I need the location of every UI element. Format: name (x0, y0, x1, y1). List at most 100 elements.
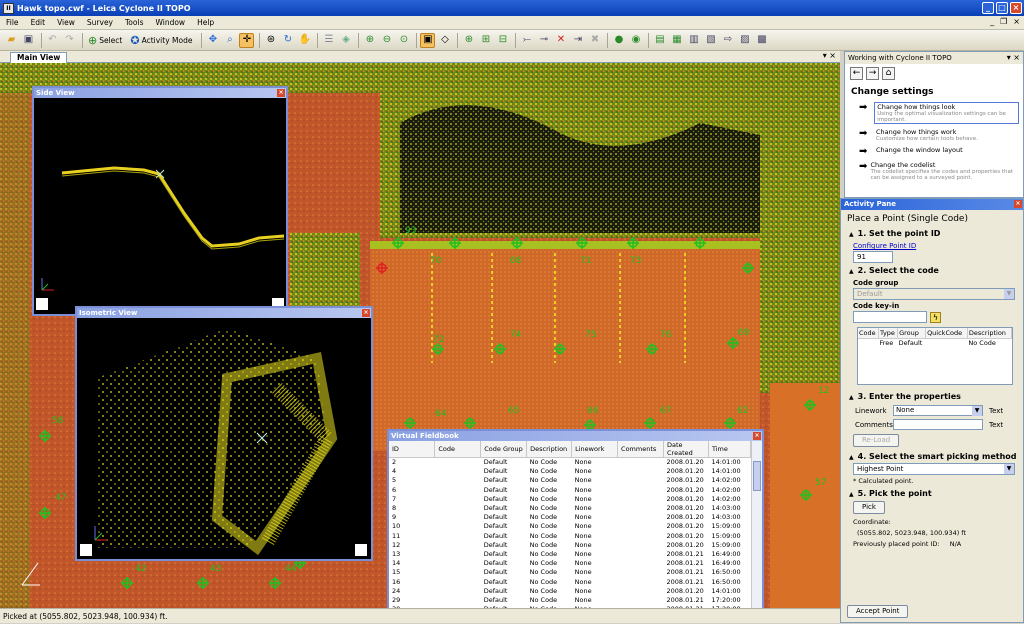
zoom-region-icon[interactable]: ⌕ (222, 33, 237, 48)
step-1-header[interactable]: ▲ 1. Set the point ID (841, 226, 1023, 240)
isometric-view-titlebar[interactable]: Isometric View × (77, 308, 371, 318)
menu-edit[interactable]: Edit (31, 18, 46, 27)
col-header-linework[interactable]: Linework (571, 441, 619, 458)
table-row[interactable]: 6 Default No Code None 2008.01.20 14:02:00 (389, 485, 751, 494)
properties-icon[interactable]: ▩ (754, 33, 769, 48)
step-2-header[interactable]: ▲ 2. Select the code (841, 263, 1023, 277)
zoom-fit-icon[interactable]: ⊙ (396, 33, 411, 48)
help-item-layout[interactable]: ➡ Change the window layout (845, 144, 1023, 159)
side-view-close-icon[interactable]: × (277, 89, 285, 97)
save-icon[interactable]: ▣ (21, 33, 36, 48)
menu-view[interactable]: View (57, 18, 75, 27)
add-code-icon[interactable]: ⊞ (478, 33, 493, 48)
code-group-select[interactable]: Default ▼ (853, 288, 1015, 300)
table-row[interactable]: 9 Default No Code None 2008.01.20 14:03:00 (389, 513, 751, 522)
fieldbook-close-icon[interactable]: × (753, 432, 761, 440)
break-line-icon[interactable]: ⊸ (536, 33, 551, 48)
col-header-comments[interactable]: Comments (617, 441, 665, 458)
select-button[interactable]: ⊕ Select (88, 34, 122, 47)
redo-icon[interactable]: ↷ (62, 33, 77, 48)
table-row[interactable]: 5 Default No Code None 2008.01.20 14:02:00 (389, 476, 751, 485)
orbit-icon[interactable]: ⊛ (263, 33, 278, 48)
step-3-header[interactable]: ▲ 3. Enter the properties (841, 389, 1023, 403)
fieldbook-icon[interactable]: ▨ (737, 33, 752, 48)
step-5-header[interactable]: ▲ 5. Pick the point (841, 486, 1023, 500)
code-keyin-input[interactable] (853, 311, 927, 323)
table-row[interactable]: 16 Default No Code None 2008.01.21 16:50:00 (389, 577, 751, 586)
cube-icon[interactable]: ◈ (338, 33, 353, 48)
pan-icon[interactable]: ✛ (239, 32, 255, 48)
help-item-work[interactable]: ➡ Change how things work Customize how ce… (845, 126, 1023, 144)
isometric-corner-icon[interactable] (80, 544, 92, 556)
remove-icon[interactable]: ✖ (587, 33, 602, 48)
tab-main-view[interactable]: Main View (10, 52, 68, 63)
isometric-resize-icon[interactable] (355, 544, 367, 556)
code-col-type[interactable]: Type (878, 328, 899, 339)
configure-point-id-link[interactable]: Configure Point ID (841, 240, 1023, 251)
help-item-codelist[interactable]: ➡ Change the codelist The codelist specif… (845, 159, 1023, 183)
globe-settings-icon[interactable]: ◉ (628, 33, 643, 48)
table-row[interactable]: 8 Default No Code None 2008.01.20 14:03:00 (389, 503, 751, 512)
col-header-code-group[interactable]: Code Group (480, 441, 528, 458)
isometric-view-close-icon[interactable]: × (362, 309, 370, 317)
table-row[interactable]: 11 Default No Code None 2008.01.20 15:09:00 (389, 531, 751, 540)
table-row[interactable]: 15 Default No Code None 2008.01.21 16:50:00 (389, 568, 751, 577)
maximize-button[interactable]: □ (996, 2, 1008, 14)
code-col-description[interactable]: Description (967, 328, 1013, 339)
box-view-icon[interactable]: ▣ (420, 32, 436, 48)
virtual-fieldbook-window[interactable]: Virtual Fieldbook × ID Code Code Group De… (387, 429, 764, 623)
export-icon[interactable]: ▧ (703, 33, 718, 48)
minimize-button[interactable]: _ (982, 2, 994, 14)
add-line-icon[interactable]: ⊟ (495, 33, 510, 48)
rotate-icon[interactable]: ↻ (280, 33, 295, 48)
layers-icon[interactable]: ☰ (321, 33, 336, 48)
globe-icon[interactable]: ● (611, 33, 626, 48)
accept-point-button[interactable]: Accept Point (847, 605, 909, 618)
table-row[interactable]: 13 Default No Code None 2008.01.21 16:49:00 (389, 549, 751, 558)
fence-icon[interactable]: ◇ (437, 33, 452, 48)
lightning-icon[interactable]: ϟ (930, 311, 941, 323)
fieldbook-titlebar[interactable]: Virtual Fieldbook × (389, 431, 762, 441)
connect-icon[interactable]: ⇥ (570, 33, 585, 48)
code-table[interactable]: Code Type Group QuickCode Description Fr… (857, 327, 1013, 385)
col-header-date-created[interactable]: Date Created (663, 441, 709, 458)
fieldbook-scroll-thumb[interactable] (753, 461, 761, 491)
menu-help[interactable]: Help (197, 18, 214, 27)
mdi-minimize-icon[interactable]: _ (990, 17, 994, 26)
menu-tools[interactable]: Tools (125, 18, 143, 27)
menu-file[interactable]: File (6, 18, 19, 27)
forward-icon[interactable]: → (866, 67, 879, 80)
linework-select[interactable]: None ▼ (893, 405, 983, 416)
code-col-quickcode[interactable]: QuickCode (925, 328, 968, 339)
table-row[interactable]: 12 Default No Code None 2008.01.20 15:09:00 (389, 540, 751, 549)
point-id-input[interactable]: 91 (853, 251, 893, 263)
picking-method-select[interactable]: Highest Point ▼ (853, 463, 1015, 475)
codelist-icon[interactable]: ▤ (652, 33, 667, 48)
add-point-icon[interactable]: ⊕ (461, 33, 476, 48)
step-4-header[interactable]: ▲ 4. Select the smart picking method (841, 449, 1023, 463)
code-table-row[interactable]: Free Default No Code (858, 338, 1012, 347)
activity-mode-button[interactable]: ✪ Activity Mode (130, 34, 192, 47)
fieldbook-scrollbar[interactable] (751, 441, 762, 621)
table-row[interactable]: 29 Default No Code None 2008.01.21 17:20:00 (389, 595, 751, 604)
help-item-look[interactable]: ➡ Change how things look Using the optima… (845, 100, 1023, 126)
back-icon[interactable]: ← (850, 67, 863, 80)
code-col-group[interactable]: Group (897, 328, 927, 339)
home-icon[interactable]: ⌂ (882, 67, 895, 80)
table-row[interactable]: 7 Default No Code None 2008.01.20 14:02:00 (389, 494, 751, 503)
fieldbook-table[interactable]: ID Code Code Group Description Linework … (389, 441, 752, 614)
side-view-window[interactable]: Side View × (32, 86, 288, 316)
hand-icon[interactable]: ✋ (297, 33, 312, 48)
zoom-in-icon[interactable]: ⊕ (362, 33, 377, 48)
comments-input[interactable] (893, 419, 983, 430)
mdi-restore-icon[interactable]: ❐ (1000, 17, 1007, 26)
isometric-view-canvas[interactable] (77, 318, 371, 559)
side-view-titlebar[interactable]: Side View × (34, 88, 286, 98)
pick-point-icon[interactable]: ✥ (205, 33, 220, 48)
col-header-description[interactable]: Description (526, 441, 573, 458)
table-row[interactable]: 10 Default No Code None 2008.01.20 15:09:00 (389, 522, 751, 531)
col-header-id[interactable]: ID (389, 441, 436, 458)
col-header-time[interactable]: Time (708, 441, 752, 458)
code-col-code[interactable]: Code (858, 328, 879, 339)
linework-icon[interactable]: ⤚ (519, 33, 534, 48)
